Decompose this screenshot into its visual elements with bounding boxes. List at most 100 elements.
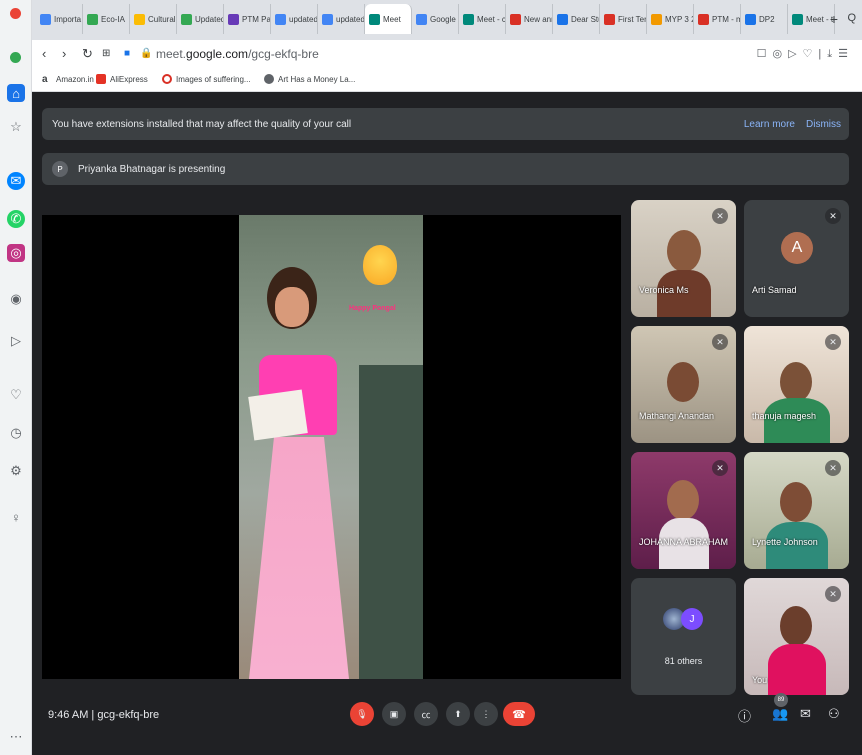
end-call-button[interactable]: ☎ (503, 702, 535, 726)
tab-favicon-icon (651, 13, 662, 25)
dismiss-button[interactable]: Dismiss (806, 119, 841, 130)
camera-indicator-icon: ■ (124, 48, 131, 59)
browser-tab[interactable]: updated (271, 4, 318, 34)
browser-tab[interactable]: Importa (36, 4, 83, 34)
slide-caption: Happy Pongal (349, 305, 396, 312)
home-icon[interactable]: ⌂ (7, 84, 25, 102)
paper-shape (248, 389, 308, 441)
new-tab-button[interactable]: + (830, 11, 838, 27)
browser-tab[interactable]: Meet - c (459, 4, 506, 34)
browser-tab[interactable]: MYP 3 2 (647, 4, 694, 34)
circle-icon (162, 74, 172, 84)
skirt-shape (249, 437, 349, 679)
others-avatar: J (681, 608, 703, 630)
participant-tile[interactable]: ✕ JOHANNA ABRAHAM (631, 452, 736, 569)
lock-icon[interactable]: 🔒 (140, 48, 152, 59)
participant-tile[interactable]: ✕ Veronica Ms (631, 200, 736, 317)
participant-tile[interactable]: A ✕ Arti Samad (744, 200, 849, 317)
tab-favicon-icon (40, 13, 51, 25)
tab-label: Google (430, 14, 456, 24)
captions-button[interactable]: ㏄ (414, 702, 438, 726)
presentation-stage[interactable]: Happy Pongal (42, 215, 621, 679)
learn-more-link[interactable]: Learn more (744, 119, 795, 130)
tab-favicon-icon (463, 13, 474, 25)
self-tile[interactable]: ✕ You (744, 578, 849, 695)
messenger-icon[interactable]: ✉ (7, 172, 25, 190)
aliexpress-icon (96, 74, 106, 84)
mic-toggle-button[interactable]: 🎙 (350, 702, 374, 726)
tab-label: First Ter (618, 14, 647, 24)
others-count: 81 others (664, 656, 703, 666)
browser-tab[interactable]: Updated (177, 4, 224, 34)
browser-tab[interactable]: Cultural (130, 4, 177, 34)
settings-icon[interactable]: ⚙ (7, 462, 25, 480)
more-options-button[interactable]: ⋮ (474, 702, 498, 726)
participant-tile[interactable]: ✕ Mathangi Anandan (631, 326, 736, 443)
instagram-icon[interactable]: ◎ (7, 244, 25, 262)
browser-tab[interactable]: PTM - m (694, 4, 741, 34)
tab-label: Cultural (148, 14, 176, 24)
tab-label: Dear Stu (571, 14, 600, 24)
tab-favicon-icon (416, 13, 427, 25)
people-icon[interactable]: 👥 (772, 706, 788, 722)
tab-favicon-icon (604, 13, 615, 25)
url-field[interactable]: meet.google.com/gcg-ekfq-bre (156, 47, 319, 61)
tab-strip: Importa Eco-IA Cultural Updated PTM Pa update… (32, 0, 862, 40)
tab-label: Meet (383, 14, 401, 24)
browser-tab[interactable]: New ann (506, 4, 553, 34)
participant-name: Veronica Ms (639, 285, 689, 295)
reload-icon[interactable]: ↻ (82, 46, 93, 62)
player-icon[interactable]: ◉ (7, 290, 25, 308)
presenting-banner: P Priyanka Bhatnagar is presenting (42, 153, 849, 185)
chat-icon[interactable]: ✉ (800, 706, 811, 722)
speed-dial-icon[interactable]: ☆ (7, 118, 25, 136)
forward-icon[interactable]: › (62, 46, 66, 61)
bookmark-images[interactable]: Images of suffering... (162, 74, 251, 84)
back-icon[interactable]: ‹ (42, 46, 46, 61)
tab-grid-icon[interactable]: ⊞ (102, 48, 110, 59)
mic-off-icon: ✕ (825, 586, 841, 602)
bookmark-amazon[interactable]: a Amazon.in (42, 74, 94, 85)
tab-favicon-icon (134, 13, 145, 25)
heart-icon[interactable]: ♡ (7, 386, 25, 404)
participant-tile[interactable]: ✕ thanuja magesh (744, 326, 849, 443)
browser-tab[interactable]: Eco-IA (83, 4, 130, 34)
meeting-details-icon[interactable]: ⓘ (738, 706, 751, 725)
others-tile[interactable]: J 81 others (631, 578, 736, 695)
browser-tab[interactable]: Dear Stu (553, 4, 600, 34)
browser-tab[interactable]: Google (412, 4, 459, 34)
mic-off-icon: ✕ (825, 460, 841, 476)
bookmark-art[interactable]: Art Has a Money La... (264, 74, 355, 84)
tab-search-icon[interactable]: Q (847, 12, 856, 24)
participant-name: Lynette Johnson (752, 537, 818, 547)
tab-label: DP2 (759, 14, 775, 24)
participant-tile[interactable]: ✕ Lynette Johnson (744, 452, 849, 569)
browser-tab[interactable]: DP2 (741, 4, 788, 34)
send-icon[interactable]: ▷ (7, 332, 25, 350)
call-controls-bar: 9:46 AM | gcg-ekfq-bre 🎙 ▣ ㏄ ⬆ ⋮ ☎ ⓘ 👥 8… (32, 691, 862, 755)
address-actions[interactable]: ☐◎▷♡|⤓☰ (757, 47, 854, 61)
browser-tab[interactable]: Meet - t (788, 4, 835, 34)
tab-label: Importa (54, 14, 82, 24)
participant-name: thanuja magesh (752, 411, 817, 421)
address-bar: ‹ › ↻ ⊞ ■ 🔒 meet.google.com/gcg-ekfq-bre… (32, 40, 862, 68)
tab-label: Updated (195, 14, 224, 24)
participant-name: You (752, 675, 768, 685)
opera-logo-icon[interactable] (10, 8, 21, 19)
more-icon[interactable]: ⋯ (7, 728, 25, 746)
present-now-button[interactable]: ⬆ (446, 702, 470, 726)
browser-tab[interactable]: First Ter (600, 4, 647, 34)
browser-tab[interactable]: Meet (365, 4, 412, 34)
tab-favicon-icon (181, 13, 192, 25)
activities-icon[interactable]: ⚇ (828, 706, 840, 722)
tab-favicon-icon (698, 13, 709, 25)
tips-icon[interactable]: ♀ (7, 508, 25, 526)
history-icon[interactable]: ◷ (7, 424, 25, 442)
meeting-time: 9:46 AM (48, 709, 89, 721)
browser-tab[interactable]: updated (318, 4, 365, 34)
bookmark-aliexpress[interactable]: AliExpress (96, 74, 148, 84)
tab-label: PTM - m (712, 14, 741, 24)
camera-toggle-button[interactable]: ▣ (382, 702, 406, 726)
whatsapp-icon[interactable]: ✆ (7, 210, 25, 228)
browser-tab[interactable]: PTM Pa (224, 4, 271, 34)
